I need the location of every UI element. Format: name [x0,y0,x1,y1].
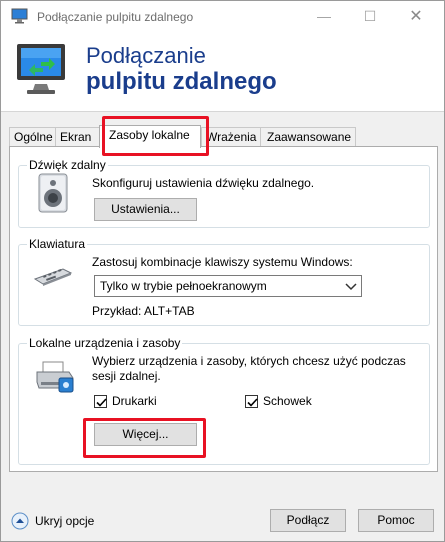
printers-checkbox-box[interactable] [94,395,107,408]
chevron-up-circle-icon [11,512,29,530]
tab-local-resources[interactable]: Zasoby lokalne [99,125,201,148]
banner-title-line1: Podłączanie [86,43,206,68]
devices-description-line2: sesji zdalnej. [92,369,161,383]
keyboard-group-title: Klawiatura [27,237,88,251]
bottom-bar: Ukryj opcje Podłącz Pomoc [1,496,444,541]
help-button[interactable]: Pomoc [358,509,434,532]
minimize-button[interactable]: — [301,1,347,32]
tab-advanced[interactable]: Zaawansowane [260,127,356,147]
keyboard-combination-select[interactable]: Tylko w trybie pełnoekranowym [94,275,362,297]
keyboard-icon [33,265,73,290]
clipboard-checkbox-box[interactable] [245,395,258,408]
speaker-icon [37,172,71,217]
audio-description: Skonfiguruj ustawienia dźwięku zdalnego. [92,176,315,190]
close-button[interactable]: ✕ [393,1,439,32]
audio-settings-button[interactable]: Ustawienia... [94,198,197,221]
keyboard-description: Zastosuj kombinacje klawiszy systemu Win… [92,255,353,269]
more-button[interactable]: Więcej... [94,423,197,446]
tab-general[interactable]: Ogólne [9,127,56,147]
tab-experience[interactable]: Wrażenia [201,127,261,147]
local-resources-panel: Dźwięk zdalny Skonfiguruj ustawienia dźw… [9,146,438,472]
printers-checkbox-label: Drukarki [112,394,157,408]
title-bar: Podłączanie pulpitu zdalnego — ☐ ✕ [1,1,444,32]
printer-devices-icon [35,360,75,397]
remote-desktop-logo-icon [13,40,75,100]
audio-group: Dźwięk zdalny Skonfiguruj ustawienia dźw… [18,158,430,228]
banner: Podłączanie pulpitu zdalnego [1,32,444,112]
remote-desktop-app-icon [11,8,29,24]
remote-desktop-window: Podłączanie pulpitu zdalnego — ☐ ✕ Podłą… [0,0,445,542]
keyboard-example: Przykład: ALT+TAB [92,304,195,318]
devices-description-line1: Wybierz urządzenia i zasoby, których chc… [92,354,406,368]
devices-group: Lokalne urządzenia i zasoby Wybierz urzą… [18,336,430,465]
devices-group-title: Lokalne urządzenia i zasoby [27,336,183,350]
connect-button[interactable]: Podłącz [270,509,346,532]
keyboard-select-value: Tylko w trybie pełnoekranowym [100,279,267,293]
tab-display[interactable]: Ekran [55,127,100,147]
printers-checkbox[interactable]: Drukarki [94,394,157,410]
maximize-button[interactable]: ☐ [347,1,393,32]
clipboard-checkbox-label: Schowek [263,394,312,408]
keyboard-group: Klawiatura Zastosuj kombinacje klawiszy … [18,237,430,326]
audio-group-title: Dźwięk zdalny [27,158,108,172]
chevron-down-icon [345,279,357,293]
clipboard-checkbox[interactable]: Schowek [245,394,312,410]
hide-options-toggle[interactable]: Ukryj opcje [11,512,94,530]
banner-title-line2: pulpitu zdalnego [86,68,277,95]
window-title: Podłączanie pulpitu zdalnego [37,10,194,24]
hide-options-label: Ukryj opcje [35,514,95,528]
